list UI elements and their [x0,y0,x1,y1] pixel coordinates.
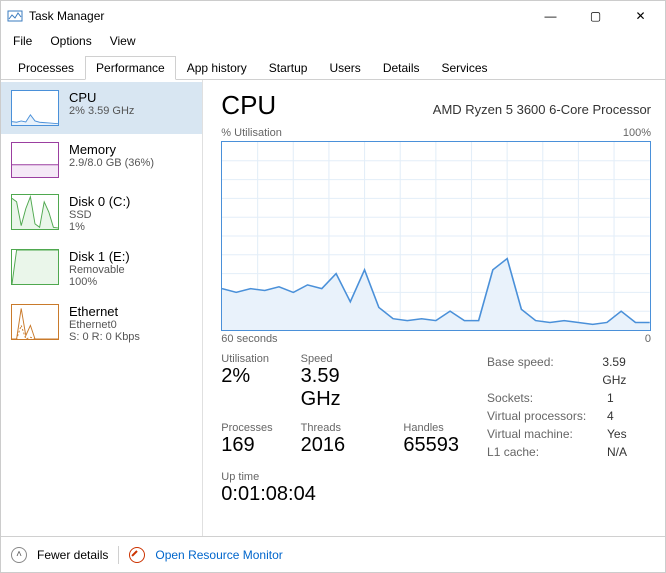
sidebar-item-memory[interactable]: Memory 2.9/8.0 GB (36%) [1,134,202,186]
handles-value: 65593 [403,434,459,457]
detail-header: CPU AMD Ryzen 5 3600 6-Core Processor [221,90,651,121]
cpu-thumb-chart [11,90,59,126]
menu-file[interactable]: File [5,32,40,50]
processes-value: 169 [221,434,272,457]
detail-subtitle: AMD Ryzen 5 3600 6-Core Processor [433,102,651,117]
resource-monitor-icon[interactable] [129,547,145,563]
stats-right: Base speed: 3.59 GHz Sockets: 1 Virtual pr… [487,353,651,461]
vproc-k: Virtual processors: [487,407,597,425]
menu-options[interactable]: Options [42,32,99,50]
base-speed-v: 3.59 GHz [602,353,651,389]
utilisation-value: 2% [221,365,272,388]
chart-label-bl: 60 seconds [221,333,277,345]
chart-label-tr: 100% [623,127,651,139]
processes-label: Processes [221,422,272,434]
sidebar-eth-sub: Ethernet0 [69,319,140,331]
body: CPU 2% 3.59 GHz Memory 2.9/8.0 GB (36%) … [1,80,665,536]
tab-app-history[interactable]: App history [176,56,258,80]
minimize-button[interactable]: — [528,2,573,30]
detail-pane: CPU AMD Ryzen 5 3600 6-Core Processor % … [203,80,665,536]
sockets-k: Sockets: [487,389,597,407]
sidebar-memory-sub: 2.9/8.0 GB (36%) [69,157,154,169]
tab-processes[interactable]: Processes [7,56,85,80]
sidebar-cpu-title: CPU [69,90,134,105]
memory-thumb-chart [11,142,59,178]
sidebar-item-disk1[interactable]: Disk 1 (E:) Removable 100% [1,241,202,296]
ethernet-thumb-chart [11,304,59,340]
cpu-chart[interactable] [221,141,651,331]
sidebar-eth-sub2: S: 0 R: 0 Kbps [69,331,140,343]
open-resource-monitor-link[interactable]: Open Resource Monitor [155,548,282,562]
threads-label: Threads [301,422,376,434]
sockets-v: 1 [607,389,614,407]
sidebar-eth-title: Ethernet [69,304,140,319]
base-speed-k: Base speed: [487,353,592,389]
tabstrip: Processes Performance App history Startu… [1,51,665,80]
menubar: File Options View [1,31,665,51]
stats: Utilisation 2% Speed 3.59 GHz Processes … [221,353,651,461]
tab-details[interactable]: Details [372,56,431,80]
l1-v: N/A [607,443,627,461]
sidebar-item-disk0[interactable]: Disk 0 (C:) SSD 1% [1,186,202,241]
utilisation-label: Utilisation [221,353,272,365]
disk1-thumb-chart [11,249,59,285]
tab-services[interactable]: Services [431,56,499,80]
sidebar: CPU 2% 3.59 GHz Memory 2.9/8.0 GB (36%) … [1,80,203,536]
sidebar-item-cpu[interactable]: CPU 2% 3.59 GHz [1,82,202,134]
tab-performance[interactable]: Performance [85,56,176,80]
app-icon [7,8,23,24]
vproc-v: 4 [607,407,614,425]
threads-value: 2016 [301,434,376,457]
detail-title: CPU [221,90,276,121]
fewer-details-link[interactable]: Fewer details [37,548,108,562]
window-title: Task Manager [29,9,104,23]
sidebar-disk0-title: Disk 0 (C:) [69,194,130,209]
sidebar-disk1-sub2: 100% [69,276,130,288]
uptime-label: Up time [221,471,651,483]
disk0-thumb-chart [11,194,59,230]
titlebar[interactable]: Task Manager — ▢ ✕ [1,1,665,31]
sidebar-disk0-sub2: 1% [69,221,130,233]
maximize-button[interactable]: ▢ [573,2,618,30]
chevron-up-icon[interactable]: ˄ [11,547,27,563]
close-button[interactable]: ✕ [618,2,663,30]
tab-startup[interactable]: Startup [258,56,319,80]
task-manager-window: Task Manager — ▢ ✕ File Options View Pro… [0,0,666,573]
footer: ˄ Fewer details Open Resource Monitor [1,536,665,572]
speed-value: 3.59 GHz [301,365,376,411]
speed-label: Speed [301,353,376,365]
sidebar-cpu-sub: 2% 3.59 GHz [69,105,134,117]
chart-label-tl: % Utilisation [221,127,282,139]
sidebar-item-ethernet[interactable]: Ethernet Ethernet0 S: 0 R: 0 Kbps [1,296,202,351]
tab-users[interactable]: Users [318,56,371,80]
sidebar-memory-title: Memory [69,142,154,157]
vm-k: Virtual machine: [487,425,597,443]
sidebar-disk0-sub: SSD [69,209,130,221]
menu-view[interactable]: View [102,32,144,50]
sidebar-disk1-title: Disk 1 (E:) [69,249,130,264]
l1-k: L1 cache: [487,443,597,461]
chart-label-br: 0 [645,333,651,345]
vm-v: Yes [607,425,627,443]
handles-label: Handles [403,422,459,434]
footer-separator [118,546,119,564]
uptime-value: 0:01:08:04 [221,483,651,506]
sidebar-disk1-sub: Removable [69,264,130,276]
